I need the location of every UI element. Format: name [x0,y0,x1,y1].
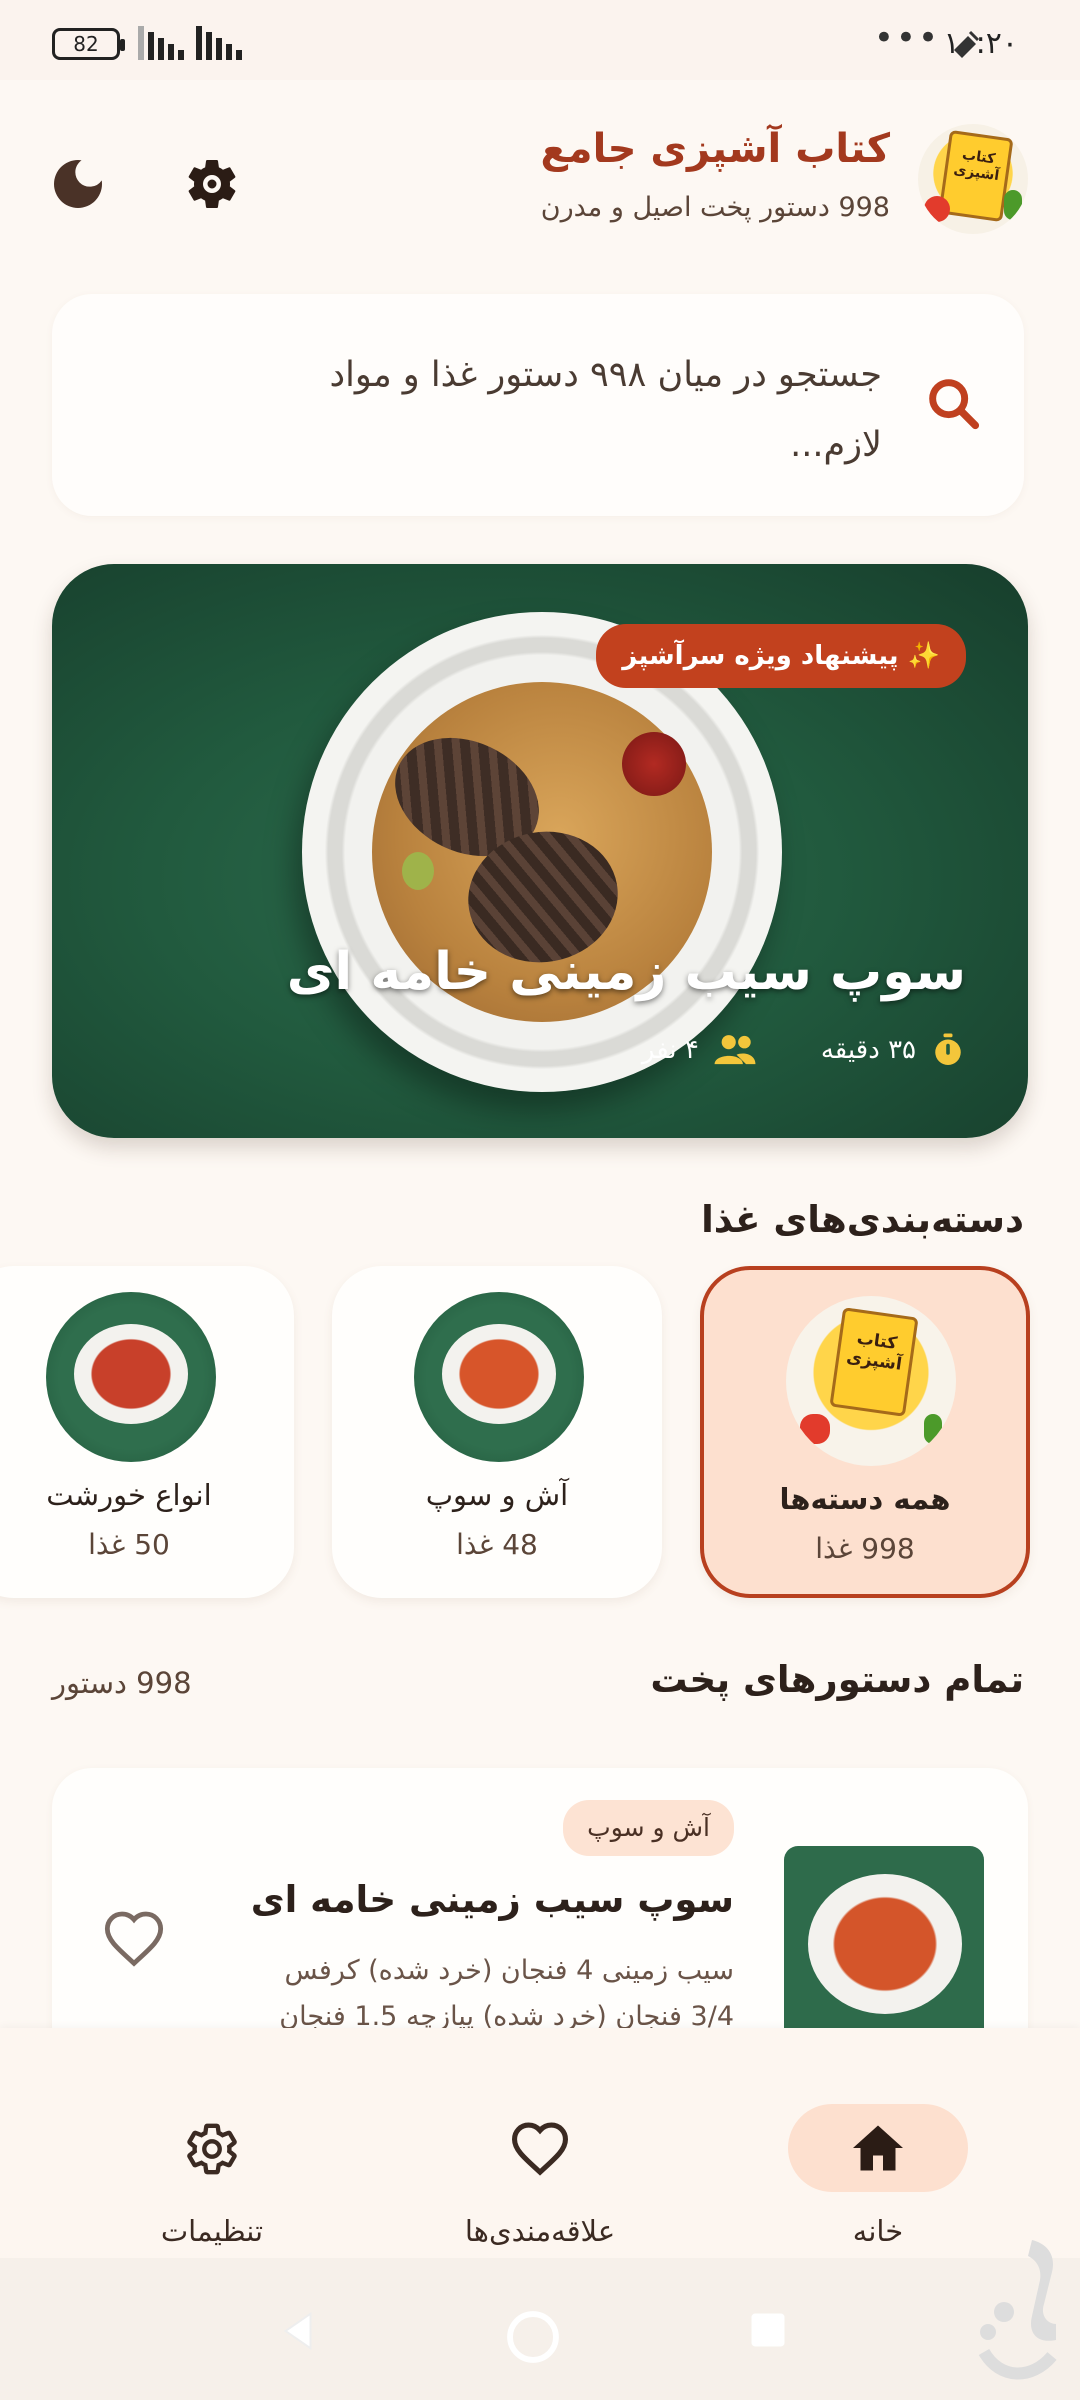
category-count: 998 غذا [815,1532,915,1565]
settings-button[interactable] [172,144,252,224]
categories-title: دسته‌بندی‌های غذا [701,1198,1024,1241]
servings: ۴ نفر [641,1035,699,1065]
app-title: کتاب آشپزی جامع [540,126,890,172]
category-count: 50 غذا [88,1528,170,1561]
recipe-card[interactable]: آش و سوپ سوپ سیب زمینی خامه ای سیب زمینی… [52,1768,1028,2068]
back-icon[interactable] [276,2308,322,2354]
battery-level: 82 [73,32,99,56]
home-circle-icon[interactable] [504,2308,562,2366]
category-stew-image [46,1292,216,1462]
featured-recipe-title: سوپ سیب زمینی خامه ای [286,942,966,1002]
nav-home-label: خانه [852,2214,904,2248]
nav-home[interactable]: خانه [758,2064,998,2248]
chef-special-badge: ✨ پیشنهاد ویژه سرآشپز [596,624,966,688]
timer-icon [935,1033,961,1065]
satellite-icon [954,30,980,58]
people-icon [714,1035,756,1065]
nav-favorites-label: علاقه‌مندی‌ها [464,2214,616,2248]
nav-settings[interactable]: تنظیمات [92,2064,332,2248]
bottom-navigation: خانه علاقه‌مندی‌ها تنظیمات [0,2028,1080,2258]
recipe-category-tag: آش و سوپ [563,1800,734,1856]
search-input[interactable]: جستجو در میان ۹۹۸ دستور غذا و مواد لازم.… [232,340,882,480]
dark-mode-button[interactable] [38,144,118,224]
featured-recipe-meta: ۳۵ دقیقه ۴ نفر [642,1032,966,1068]
featured-recipe-card[interactable]: ✨ پیشنهاد ویژه سرآشپز سوپ سیب زمینی خامه… [52,564,1028,1138]
category-name: انواع خورشت [46,1478,212,1512]
category-soup-image [414,1292,584,1462]
cook-time: ۳۵ دقیقه [820,1035,916,1065]
all-recipes-count: 998 دستور [52,1666,192,1700]
category-name: آش و سوپ [425,1478,569,1512]
gear-icon [187,2123,237,2175]
category-stew[interactable]: انواع خورشت 50 غذا [0,1266,294,1598]
signal-icon [138,26,184,60]
logo-pepper [1004,190,1022,220]
recipe-ingredients: سیب زمینی 4 فنجان (خرد شده) کرفس 3/4 فنج… [279,1955,734,2032]
search-box[interactable]: جستجو در میان ۹۹۸ دستور غذا و مواد لازم.… [52,294,1024,516]
signal-icon-2 [196,26,242,60]
category-all-image: کتاب آشپزی [786,1296,956,1466]
recipe-title: سوپ سیب زمینی خامه ای [250,1878,734,1921]
gear-icon [188,159,236,208]
favorite-heart-icon[interactable] [102,1908,166,1968]
store-watermark-logo [978,2240,1057,2380]
logo-tomato [924,196,950,222]
battery-indicator: 82 [52,28,125,60]
all-recipes-title: تمام دستورهای پخت [650,1658,1024,1701]
heart-icon [511,2122,569,2176]
status-more-icon: ••• [873,18,940,58]
nav-settings-label: تنظیمات [160,2214,264,2248]
home-icon [853,2125,903,2171]
recents-icon[interactable] [746,2308,790,2352]
category-all[interactable]: کتاب آشپزی همه دسته‌ها 998 غذا [700,1266,1030,1598]
category-logo-book: کتاب آشپزی [829,1307,919,1417]
nav-favorites[interactable]: علاقه‌مندی‌ها [420,2064,660,2248]
category-name: همه دسته‌ها [779,1482,951,1516]
search-icon [929,379,980,430]
app-subtitle: 998 دستور پخت اصیل و مدرن [540,192,890,223]
app-logo: کتاب آشپزی [918,124,1028,234]
category-soup[interactable]: آش و سوپ 48 غذا [332,1266,662,1598]
category-count: 48 غذا [456,1528,538,1561]
system-navigation-bar [0,2258,1080,2400]
status-bar: ۱۰:۲۰ ••• 82 [0,0,1080,80]
moon-icon [54,160,102,208]
